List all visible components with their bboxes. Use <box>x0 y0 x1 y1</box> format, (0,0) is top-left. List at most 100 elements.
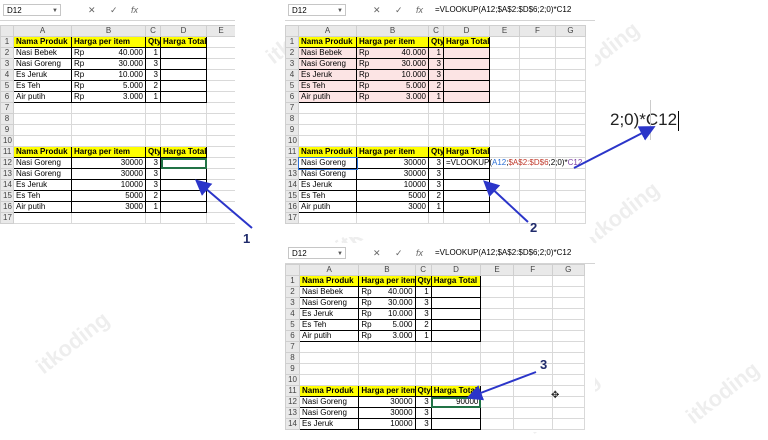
cell-harga[interactable]: 3000 <box>71 201 146 213</box>
cell[interactable] <box>428 102 444 114</box>
cell-harga[interactable]: 30000 <box>358 396 416 408</box>
column-label-qty[interactable]: Qty <box>145 146 161 158</box>
cell-total[interactable] <box>443 58 490 70</box>
cell-total[interactable] <box>160 190 207 202</box>
cell[interactable] <box>145 102 161 114</box>
chevron-down-icon[interactable]: ▼ <box>337 5 343 17</box>
cell-total[interactable] <box>443 190 490 202</box>
row-header[interactable]: 13 <box>285 168 299 180</box>
column-header[interactable]: B <box>358 264 416 276</box>
cell[interactable] <box>206 179 235 191</box>
cell-qty[interactable]: 3 <box>414 396 432 408</box>
cell-produk[interactable]: Es Teh <box>298 80 357 92</box>
cell-produk[interactable]: Nasi Goreng <box>13 168 72 180</box>
cell[interactable] <box>414 352 432 364</box>
cell-harga[interactable]: 30000 <box>71 157 146 169</box>
column-label-harga-total[interactable]: Harga Total <box>430 385 482 397</box>
cell[interactable] <box>480 407 514 419</box>
cell[interactable] <box>443 113 490 125</box>
cell-total[interactable] <box>443 91 490 103</box>
cell[interactable] <box>160 124 207 136</box>
cell-qty[interactable]: 2 <box>145 80 161 92</box>
cell[interactable] <box>206 212 235 224</box>
cell[interactable] <box>160 113 207 125</box>
row-header[interactable]: 5 <box>0 80 14 92</box>
row-header[interactable]: 7 <box>285 102 299 114</box>
cell[interactable] <box>555 102 586 114</box>
cell-harga[interactable]: 10000 <box>358 418 416 430</box>
cell[interactable] <box>519 113 556 125</box>
row-header[interactable]: 7 <box>285 341 301 353</box>
cell[interactable] <box>13 113 72 125</box>
row-header[interactable]: 12 <box>285 157 299 169</box>
cell[interactable] <box>519 212 556 224</box>
name-box[interactable]: D12 ▼ <box>288 4 346 16</box>
column-label-qty[interactable]: Qty <box>428 146 444 158</box>
cell[interactable] <box>551 407 586 419</box>
cell-qty[interactable]: 2 <box>145 190 161 202</box>
cell[interactable] <box>489 179 520 191</box>
cell[interactable] <box>356 124 429 136</box>
cell[interactable] <box>512 418 553 430</box>
column-label-qty[interactable]: Qty <box>428 36 444 48</box>
cell-produk[interactable]: Nasi Bebek <box>298 47 357 59</box>
name-box[interactable]: D12 ▼ <box>3 4 61 16</box>
row-header[interactable]: 12 <box>0 157 14 169</box>
cell-total[interactable] <box>160 201 207 213</box>
cell[interactable] <box>298 124 357 136</box>
cell-harga[interactable]: 30000 <box>356 168 429 180</box>
cell-harga[interactable]: Rp 5.000 <box>356 80 429 92</box>
column-header[interactable]: C <box>414 264 432 276</box>
editing-cell[interactable]: =VLOOKUP(A12;$A$2:$D$6;2;0)*C12 <box>443 157 582 169</box>
row-header[interactable]: 15 <box>0 190 14 202</box>
cell[interactable] <box>551 418 586 430</box>
row-header[interactable]: 1 <box>285 275 301 287</box>
cell[interactable] <box>551 286 586 298</box>
cell-harga[interactable]: 10000 <box>71 179 146 191</box>
cell[interactable] <box>489 58 520 70</box>
cell[interactable] <box>299 374 360 386</box>
cell[interactable] <box>356 212 429 224</box>
column-header[interactable]: D <box>160 25 207 37</box>
cell[interactable] <box>555 124 586 136</box>
cell-produk[interactable]: Nasi Bebek <box>299 286 360 298</box>
cell-qty[interactable]: 3 <box>414 418 432 430</box>
cell[interactable] <box>519 69 556 81</box>
cell-total[interactable] <box>443 201 490 213</box>
row-header[interactable]: 2 <box>0 47 14 59</box>
cell[interactable] <box>555 36 586 48</box>
cell[interactable] <box>298 113 357 125</box>
cell-qty[interactable]: 3 <box>428 168 444 180</box>
cell[interactable] <box>414 363 432 375</box>
cell-qty[interactable]: 3 <box>428 179 444 191</box>
row-header[interactable]: 3 <box>0 58 14 70</box>
cell[interactable] <box>551 319 586 331</box>
cell-harga[interactable]: 30000 <box>71 168 146 180</box>
row-header[interactable]: 3 <box>285 297 301 309</box>
row-header[interactable]: 7 <box>0 102 14 114</box>
cell[interactable] <box>519 58 556 70</box>
cell[interactable] <box>551 297 586 309</box>
cell-produk[interactable]: Air putih <box>298 91 357 103</box>
cell[interactable] <box>13 102 72 114</box>
select-all-corner[interactable] <box>285 264 301 276</box>
cell-total[interactable] <box>430 286 482 298</box>
cell-produk[interactable]: Air putih <box>13 201 72 213</box>
column-label-harga-per-item[interactable]: Harga per item <box>358 275 416 287</box>
column-header[interactable]: A <box>299 264 360 276</box>
cell[interactable] <box>71 135 146 147</box>
cell[interactable] <box>145 135 161 147</box>
row-header[interactable]: 6 <box>285 330 301 342</box>
row-header[interactable]: 14 <box>285 179 299 191</box>
select-all-corner[interactable] <box>0 25 14 37</box>
cell[interactable] <box>555 113 586 125</box>
cell-harga[interactable]: Rp 10.000 <box>71 69 146 81</box>
cell-produk[interactable]: Es Teh <box>299 319 360 331</box>
cell[interactable] <box>299 352 360 364</box>
column-label-harga-total[interactable]: Harga Total <box>430 275 482 287</box>
cell[interactable] <box>551 330 586 342</box>
row-header[interactable]: 2 <box>285 286 301 298</box>
cell[interactable] <box>519 102 556 114</box>
cell[interactable] <box>356 135 429 147</box>
cell[interactable] <box>555 190 586 202</box>
